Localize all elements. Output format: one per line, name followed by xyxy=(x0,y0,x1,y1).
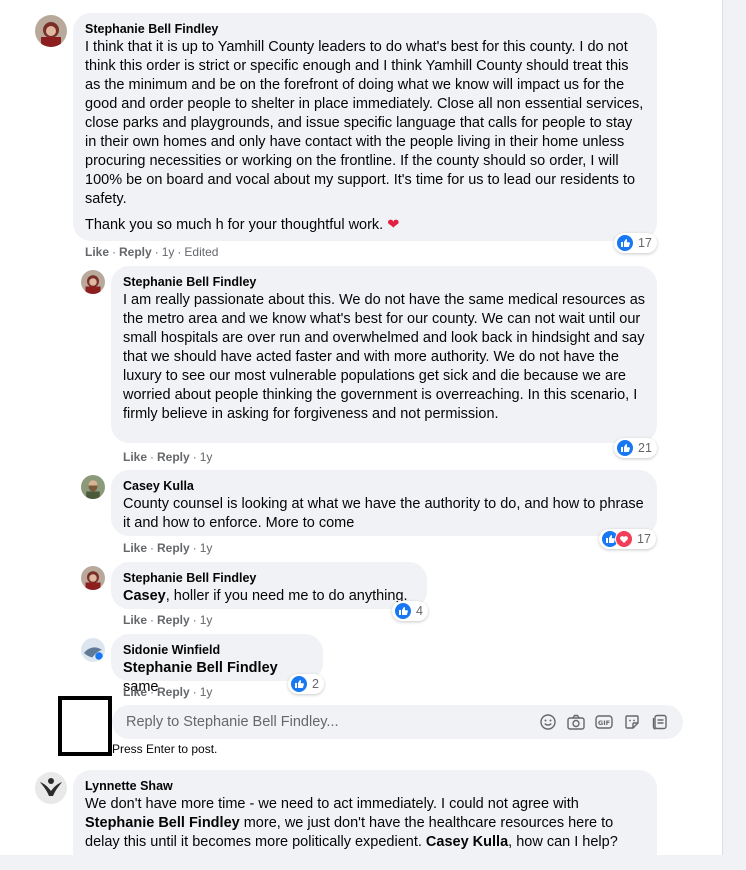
press-enter-hint: Press Enter to post. xyxy=(112,742,218,756)
comment-text: I think that it is up to Yamhill County … xyxy=(85,39,644,207)
svg-text:GIF: GIF xyxy=(598,719,610,727)
avatar-stephanie[interactable] xyxy=(81,566,105,590)
sticker-icon[interactable] xyxy=(621,711,643,733)
avatar-stephanie[interactable] xyxy=(35,15,67,47)
camera-icon[interactable] xyxy=(565,711,587,733)
timestamp[interactable]: 1y xyxy=(200,541,213,555)
reply-author[interactable]: Casey Kulla xyxy=(123,478,645,494)
edited-label: Edited xyxy=(184,245,219,259)
reaction-summary[interactable]: 21 xyxy=(614,438,657,458)
avatar-stephanie[interactable] xyxy=(81,270,105,294)
comment-actions: Like · Reply · 1y · Edited xyxy=(85,245,219,259)
reply-author[interactable]: Stephanie Bell Findley xyxy=(123,570,415,586)
reply-input[interactable] xyxy=(124,713,531,731)
reply-button[interactable]: Reply xyxy=(157,685,190,699)
comments-panel: Stephanie Bell Findley I think that it i… xyxy=(0,0,723,870)
avatar-sidonie[interactable] xyxy=(81,638,105,662)
comment-author[interactable]: Lynnette Shaw xyxy=(85,778,645,794)
reply-text: I am really passionate about this. We do… xyxy=(123,292,646,422)
reply-bubble: Sidonie Winfield Stephanie Bell Findley … xyxy=(111,634,323,695)
like-button[interactable]: Like xyxy=(85,245,109,259)
reaction-summary[interactable]: 2 xyxy=(288,674,324,694)
love-reaction-icon xyxy=(615,530,633,548)
comment-author[interactable]: Stephanie Bell Findley xyxy=(85,21,645,37)
reply-actions: Like · Reply · 1y xyxy=(123,685,213,699)
timestamp[interactable]: 1y xyxy=(200,450,213,464)
reply-button[interactable]: Reply xyxy=(157,450,190,464)
more-stickers-icon[interactable] xyxy=(649,711,671,733)
like-reaction-icon xyxy=(616,439,634,457)
mention-link[interactable]: Casey xyxy=(123,588,166,604)
reply-actions: Like · Reply · 1y xyxy=(123,613,213,627)
reaction-summary[interactable]: 4 xyxy=(392,601,428,621)
reply-button[interactable]: Reply xyxy=(157,541,190,555)
reply-text: County counsel is looking at what we hav… xyxy=(123,496,644,531)
emoji-icon[interactable] xyxy=(537,711,559,733)
heart-emoji: ❤ xyxy=(387,217,400,233)
reply-actions: Like · Reply · 1y xyxy=(123,450,213,464)
avatar-casey[interactable] xyxy=(81,475,105,499)
timestamp[interactable]: 1y xyxy=(162,245,175,259)
reply-author[interactable]: Stephanie Bell Findley xyxy=(123,274,645,290)
reply-bubble: Casey Kulla County counsel is looking at… xyxy=(111,470,657,536)
reply-text: Casey, holler if you need me to do anyth… xyxy=(123,588,408,604)
mention-link[interactable]: Stephanie Bell Findley xyxy=(123,660,278,676)
like-reaction-icon xyxy=(290,675,308,693)
reply-actions: Like · Reply · 1y xyxy=(123,541,213,555)
timestamp[interactable]: 1y xyxy=(200,685,213,699)
like-button[interactable]: Like xyxy=(123,541,147,555)
mention-link[interactable]: Casey Kulla xyxy=(426,834,508,850)
reply-bubble: Stephanie Bell Findley Casey, holler if … xyxy=(111,562,427,609)
redacted-avatar xyxy=(58,696,112,756)
reply-composer: GIF xyxy=(112,705,683,739)
timestamp[interactable]: 1y xyxy=(200,613,213,627)
avatar-lynnette[interactable] xyxy=(35,772,67,804)
reply-button[interactable]: Reply xyxy=(119,245,152,259)
reply-bubble: Stephanie Bell Findley I am really passi… xyxy=(111,266,657,443)
like-button[interactable]: Like xyxy=(123,450,147,464)
mention-link[interactable]: Stephanie Bell Findley xyxy=(85,815,240,831)
reply-author[interactable]: Sidonie Winfield xyxy=(123,642,311,658)
like-button[interactable]: Like xyxy=(123,613,147,627)
like-button[interactable]: Like xyxy=(123,685,147,699)
gif-icon[interactable]: GIF xyxy=(593,711,615,733)
comment-text-thanks: Thank you so much h for your thoughtful … xyxy=(85,217,400,233)
comment-bubble: Stephanie Bell Findley I think that it i… xyxy=(73,13,657,241)
reaction-summary[interactable]: 17 xyxy=(599,529,656,549)
reaction-summary[interactable]: 17 xyxy=(614,233,657,253)
comment-text: We don't have more time - we need to act… xyxy=(85,796,618,850)
comment-bubble: Lynnette Shaw We don't have more time - … xyxy=(73,770,657,870)
like-reaction-icon xyxy=(394,602,412,620)
reply-button[interactable]: Reply xyxy=(157,613,190,627)
like-reaction-icon xyxy=(616,234,634,252)
